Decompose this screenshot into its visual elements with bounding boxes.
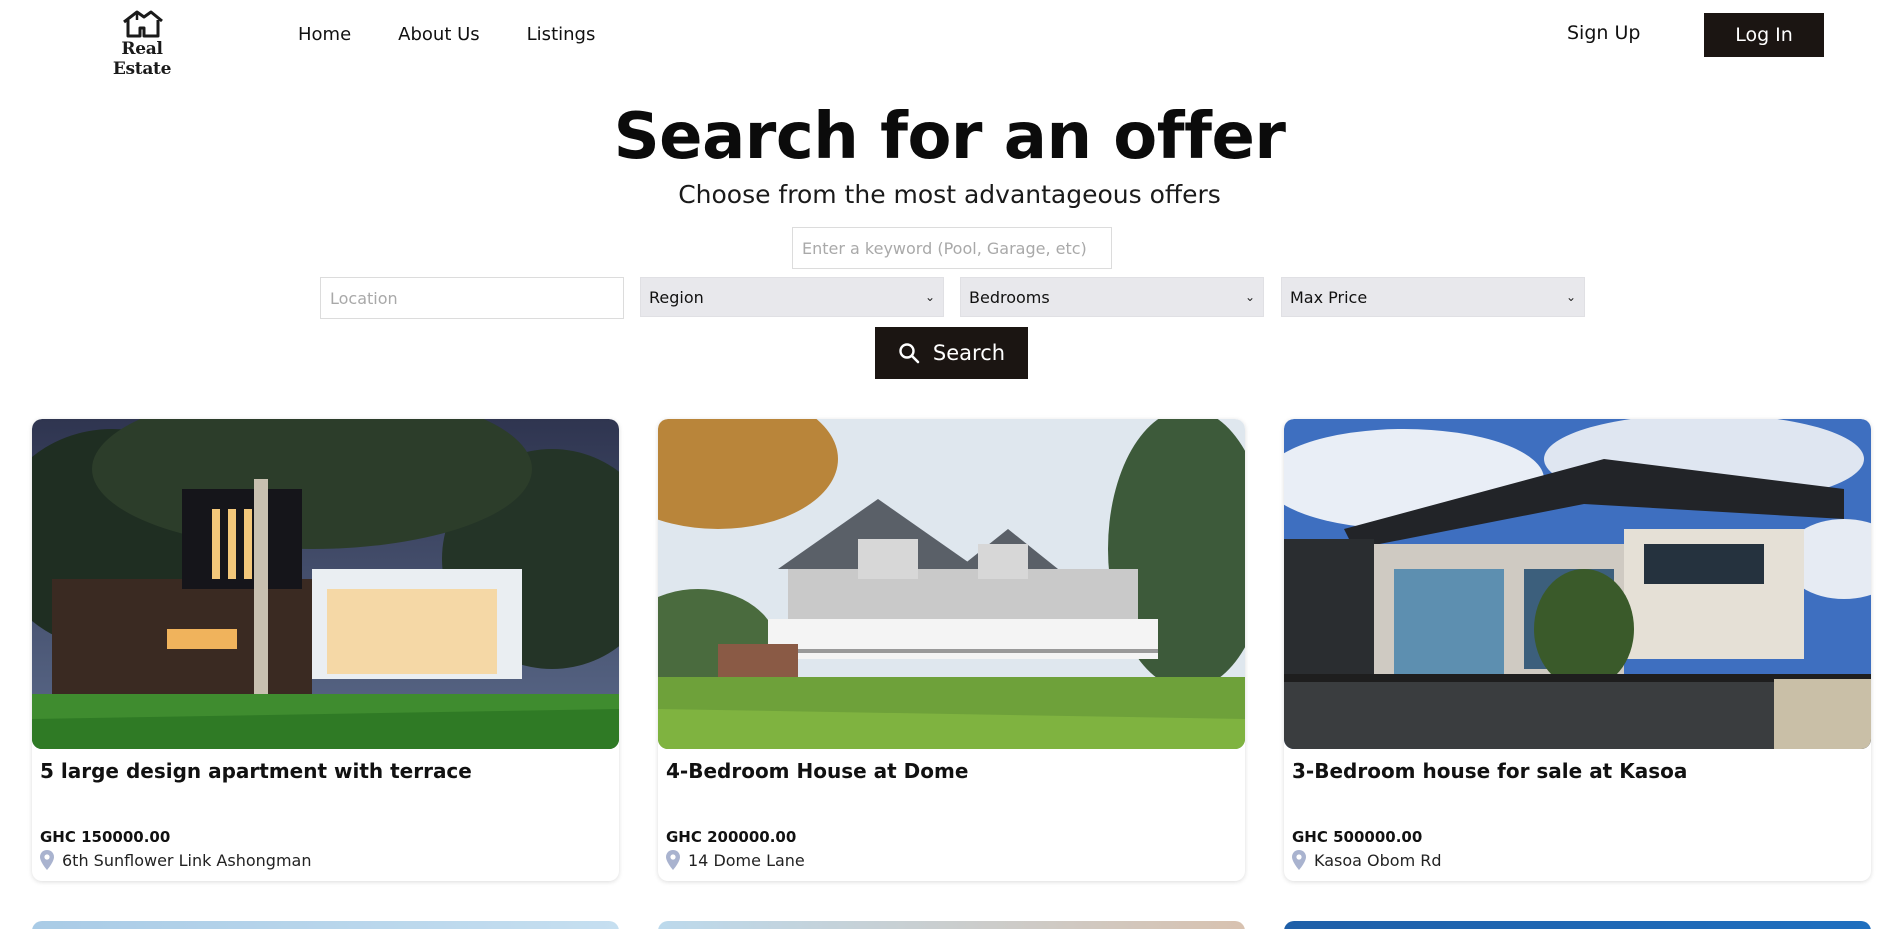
listing-card-partial[interactable] — [1284, 921, 1871, 929]
chevron-down-icon: ⌄ — [1565, 290, 1576, 304]
nav-listings[interactable]: Listings — [527, 24, 596, 45]
listing-title: 3-Bedroom house for sale at Kasoa — [1292, 759, 1688, 783]
listing-card-partial[interactable] — [658, 921, 1245, 929]
listing-photo — [32, 419, 619, 749]
location-pin-icon — [40, 850, 54, 870]
listing-card[interactable]: 4-Bedroom House at Dome GHC 200000.00 14… — [658, 419, 1245, 881]
search-button-label: Search — [932, 341, 1006, 365]
max-price-select[interactable]: Max Price ⌄ — [1281, 277, 1585, 317]
log-in-button[interactable]: Log In — [1704, 13, 1824, 57]
listing-price: GHC 150000.00 — [40, 828, 171, 846]
chevron-down-icon: ⌄ — [1244, 290, 1255, 304]
listing-card[interactable]: 3-Bedroom house for sale at Kasoa GHC 50… — [1284, 419, 1871, 881]
nav-about-us[interactable]: About Us — [398, 24, 480, 45]
bedrooms-select[interactable]: Bedrooms ⌄ — [960, 277, 1264, 317]
listing-photo — [1284, 419, 1871, 749]
location-pin-icon — [666, 850, 680, 870]
search-button[interactable]: Search — [875, 327, 1028, 379]
listing-location-text: 6th Sunflower Link Ashongman — [62, 850, 312, 870]
keyword-input[interactable] — [792, 227, 1112, 269]
page-title: Search for an offer — [613, 100, 1286, 174]
location-pin-icon — [1292, 850, 1306, 870]
house-logo-icon — [123, 10, 163, 38]
listing-title: 5 large design apartment with terrace — [40, 759, 472, 783]
listing-location: 14 Dome Lane — [666, 850, 805, 870]
location-input[interactable] — [320, 277, 624, 319]
site-header: Real Estate Home About Us Listings Sign … — [0, 0, 1899, 79]
sign-up-link[interactable]: Sign Up — [1567, 22, 1640, 44]
listing-title: 4-Bedroom House at Dome — [666, 759, 969, 783]
nav-home[interactable]: Home — [298, 24, 351, 45]
listing-photo — [658, 419, 1245, 749]
logo[interactable]: Real Estate — [92, 8, 192, 79]
listing-card[interactable]: 5 large design apartment with terrace GH… — [32, 419, 619, 881]
listing-card-partial[interactable] — [32, 921, 619, 929]
listing-location-text: 14 Dome Lane — [688, 850, 805, 870]
logo-text: Real Estate — [112, 39, 172, 79]
page-subtitle: Choose from the most advantageous offers — [678, 180, 1221, 209]
listing-price: GHC 500000.00 — [1292, 828, 1423, 846]
listing-location: 6th Sunflower Link Ashongman — [40, 850, 311, 870]
listing-location: Kasoa Obom Rd — [1292, 850, 1442, 870]
listing-location-text: Kasoa Obom Rd — [1314, 850, 1442, 870]
listing-price: GHC 200000.00 — [666, 828, 797, 846]
region-select-value: Region — [649, 287, 704, 307]
search-icon — [899, 343, 920, 364]
chevron-down-icon: ⌄ — [924, 290, 935, 304]
main-nav: Home About Us Listings — [298, 24, 642, 45]
max-price-select-value: Max Price — [1290, 287, 1368, 307]
bedrooms-select-value: Bedrooms — [969, 287, 1050, 307]
region-select[interactable]: Region ⌄ — [640, 277, 944, 317]
